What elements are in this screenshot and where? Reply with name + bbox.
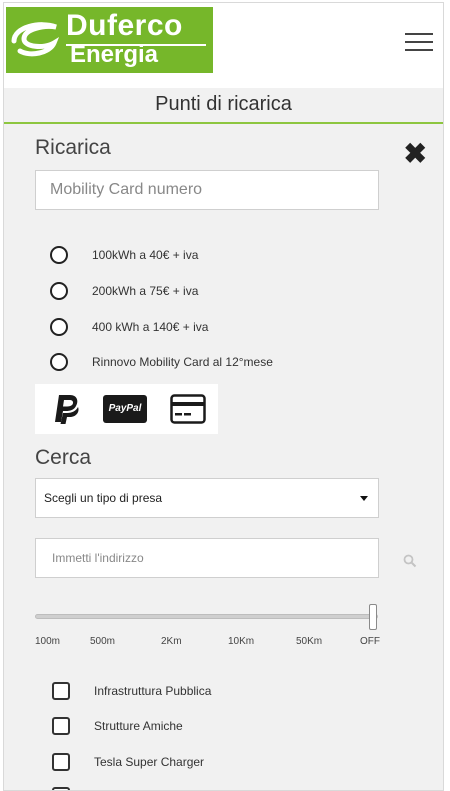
chevron-down-icon <box>360 496 368 501</box>
checkbox[interactable] <box>52 787 70 790</box>
duferco-logo[interactable]: Duferco Energia <box>6 7 213 73</box>
filter-partial[interactable] <box>52 784 94 790</box>
filter-infrastruttura-pubblica[interactable]: Infrastruttura Pubblica <box>52 679 211 703</box>
brand-line2: Energia <box>70 41 159 68</box>
tick-label: OFF <box>360 636 380 647</box>
distance-slider-handle[interactable] <box>369 604 377 630</box>
credit-card-icon[interactable] <box>170 394 206 424</box>
filter-label: Tesla Super Charger <box>94 755 205 769</box>
page-title: Punti di ricarica <box>4 88 443 124</box>
option-label: 100kWh a 40€ + iva <box>92 248 199 262</box>
option-label: 200kWh a 75€ + iva <box>92 284 199 298</box>
search-icon[interactable] <box>403 554 417 568</box>
tick-label: 2Km <box>161 636 182 647</box>
option-200kwh[interactable]: 200kWh a 75€ + iva <box>50 278 198 304</box>
option-100kwh[interactable]: 100kWh a 40€ + iva <box>50 242 198 268</box>
option-label: Rinnovo Mobility Card al 12°mese <box>92 355 273 369</box>
ricarica-title: Ricarica <box>35 136 111 159</box>
logo-swirl-icon <box>11 22 60 57</box>
option-400kwh[interactable]: 400 kWh a 140€ + iva <box>50 314 208 340</box>
paypal-p-icon[interactable] <box>53 393 81 425</box>
tick-label: 500m <box>90 636 116 647</box>
app-frame: Duferco Energia Punti di ricarica Ricari… <box>3 2 444 791</box>
filter-label: Infrastruttura Pubblica <box>94 684 212 698</box>
hamburger-icon[interactable] <box>405 33 433 55</box>
option-rinnovo[interactable]: Rinnovo Mobility Card al 12°mese <box>50 349 273 375</box>
checkbox[interactable] <box>52 753 70 771</box>
close-icon[interactable]: ✖ <box>404 140 427 168</box>
distance-slider-track[interactable] <box>35 614 378 619</box>
search-panel: Ricarica ✖ 100kWh a 40€ + iva 200kWh a 7… <box>4 124 443 790</box>
paypal-icon[interactable]: PayPal <box>103 395 147 423</box>
tick-label: 10Km <box>228 636 255 647</box>
radio-button[interactable] <box>50 246 68 264</box>
radio-button[interactable] <box>50 318 68 336</box>
filter-tesla-super-charger[interactable]: Tesla Super Charger <box>52 750 204 774</box>
plug-type-value: Scegli un tipo di presa <box>44 491 163 505</box>
paypal-text: PayPal <box>108 403 142 414</box>
radio-button[interactable] <box>50 353 68 371</box>
tick-label: 50Km <box>296 636 323 647</box>
tick-label: 100m <box>35 636 61 647</box>
option-label: 400 kWh a 140€ + iva <box>92 320 209 334</box>
brand-line1: Duferco <box>66 9 183 42</box>
filter-label: Strutture Amiche <box>94 719 183 733</box>
mobility-card-input[interactable] <box>35 170 379 210</box>
payment-methods: PayPal <box>35 384 218 434</box>
cerca-title: Cerca <box>35 446 92 469</box>
radio-button[interactable] <box>50 282 68 300</box>
address-input[interactable] <box>35 538 379 578</box>
filter-strutture-amiche[interactable]: Strutture Amiche <box>52 714 183 738</box>
plug-type-select[interactable]: Scegli un tipo di presa <box>35 478 379 518</box>
checkbox[interactable] <box>52 682 70 700</box>
header: Duferco Energia <box>4 3 443 85</box>
checkbox[interactable] <box>52 717 70 735</box>
